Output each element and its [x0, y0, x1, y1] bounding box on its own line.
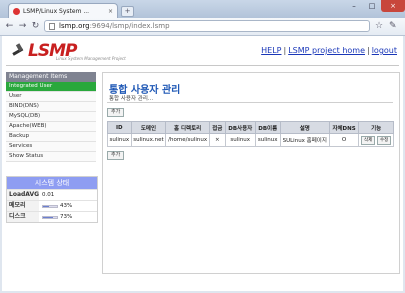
browser-window: LSMP/Linux System ... × + – □ × ← → ↻ ls…	[0, 0, 405, 293]
disk-value: 73%	[60, 214, 73, 220]
cell-db-user: sulinux	[224, 133, 256, 147]
window-controls: – □ ×	[345, 0, 405, 13]
sidebar-item-bind[interactable]: BIND(DNS)	[6, 102, 96, 112]
disk-usage-fill	[43, 216, 54, 218]
col-description: 설명	[279, 121, 330, 134]
sidebar-item-apache[interactable]: Apache(WEB)	[6, 122, 96, 132]
project-home-link[interactable]: LSMP project home	[288, 46, 365, 55]
memory-value: 43%	[60, 203, 73, 209]
delete-button[interactable]: 삭제	[360, 135, 376, 145]
help-link[interactable]: HELP	[261, 46, 281, 55]
cell-db-name: sulinux	[254, 133, 281, 147]
col-domain: 도메인	[130, 121, 167, 134]
disk-row: 디스크 73%	[7, 211, 97, 222]
header-links: HELP | LSMP project home | logout	[261, 46, 397, 55]
loadavg-label: LoadAVG	[7, 190, 40, 200]
browser-toolbar: ← → ↻ lsmp.org:9694/lsmp/index.lsmp ☆ ✎	[0, 18, 405, 36]
page-content: LSMP Linux System Management Project HEL…	[2, 36, 403, 291]
sidebar-item-integrated-user[interactable]: Integrated User	[6, 82, 96, 92]
add-button-bottom[interactable]: 추가	[107, 151, 125, 160]
memory-label: 메모리	[7, 201, 39, 211]
url-text: lsmp.org:9694/lsmp/index.lsmp	[59, 22, 170, 30]
col-home-dir: 홈 디렉토리	[165, 121, 210, 134]
memory-usage-bar	[42, 204, 58, 208]
back-arrow-icon[interactable]: ←	[4, 21, 15, 32]
tab-title: LSMP/Linux System ...	[23, 7, 90, 15]
cell-description: SULinux 홈페이지	[279, 133, 330, 147]
col-id: ID	[107, 121, 132, 134]
lsmp-logo[interactable]: LSMP Linux System Management Project	[10, 41, 130, 63]
sidebar-item-mysql[interactable]: MySQL(DB)	[6, 112, 96, 122]
cell-own-dns: O	[328, 133, 360, 147]
management-sidebar: Management Items Integrated User User BI…	[6, 72, 96, 162]
wrench-menu-icon[interactable]: ✎	[389, 21, 397, 31]
title-divider	[107, 102, 393, 103]
logout-link[interactable]: logout	[372, 46, 397, 55]
forward-arrow-icon[interactable]: →	[17, 21, 28, 32]
maximize-icon[interactable]: □	[363, 0, 381, 12]
sidebar-item-services[interactable]: Services	[6, 142, 96, 152]
edit-button[interactable]: 수정	[377, 135, 392, 145]
new-tab-button[interactable]: +	[121, 6, 134, 17]
close-window-icon[interactable]: ×	[381, 0, 405, 12]
memory-row: 메모리 43%	[7, 200, 97, 211]
disk-label: 디스크	[7, 212, 39, 222]
tab-close-icon[interactable]: ×	[108, 8, 113, 15]
loadavg-value: 0.01	[42, 192, 55, 198]
browser-titlebar: LSMP/Linux System ... × + – □ ×	[0, 0, 405, 18]
cell-domain: sulinux.net	[130, 133, 167, 147]
page-icon	[49, 22, 55, 30]
sidebar-title: Management Items	[6, 72, 96, 82]
sidebar-item-user[interactable]: User	[6, 92, 96, 102]
table-header-row: ID 도메인 홈 디렉토리 접금 DB사용자 DB이름 설명 자체DNS 기능	[107, 121, 394, 134]
address-bar[interactable]: lsmp.org:9694/lsmp/index.lsmp	[44, 20, 370, 32]
page-subtitle: 통합 사용자 관리...	[109, 96, 154, 102]
reload-icon[interactable]: ↻	[30, 21, 41, 32]
lsmp-favicon-icon	[13, 7, 20, 15]
hammer-logo-icon	[12, 43, 24, 56]
cell-lock: ×	[208, 133, 226, 147]
col-db-user: DB사용자	[224, 121, 256, 134]
cell-actions: 삭제 수정	[358, 133, 394, 147]
col-lock: 접금	[208, 121, 226, 134]
cell-id: sulinux	[107, 133, 132, 147]
add-button-top[interactable]: 추가	[107, 108, 125, 117]
user-table: ID 도메인 홈 디렉토리 접금 DB사용자 DB이름 설명 자체DNS 기능 …	[107, 121, 394, 147]
sidebar-item-show-status[interactable]: Show Status	[6, 152, 96, 162]
system-status-panel: 시스템 상태 LoadAVG 0.01 메모리 43% 디스크 73%	[6, 176, 98, 223]
col-actions: 기능	[358, 121, 394, 134]
system-status-title: 시스템 상태	[7, 177, 97, 189]
table-row: sulinux sulinux.net /home/sulinux × suli…	[107, 133, 394, 147]
col-db-name: DB이름	[254, 121, 281, 134]
memory-usage-fill	[43, 205, 50, 207]
bookmark-star-icon[interactable]: ☆	[375, 21, 383, 31]
sidebar-item-backup[interactable]: Backup	[6, 132, 96, 142]
cell-home-dir: /home/sulinux	[165, 133, 210, 147]
minimize-icon[interactable]: –	[345, 0, 363, 12]
main-panel: 통합 사용자 관리 통합 사용자 관리... 추가 ID 도메인 홈 디렉토리 …	[102, 72, 400, 274]
col-own-dns: 자체DNS	[328, 121, 360, 134]
header-divider	[6, 65, 399, 66]
loadavg-row: LoadAVG 0.01	[7, 189, 97, 200]
browser-tab[interactable]: LSMP/Linux System ... ×	[8, 3, 118, 18]
disk-usage-bar	[42, 215, 58, 219]
logo-subtitle: Linux System Management Project	[56, 56, 126, 61]
